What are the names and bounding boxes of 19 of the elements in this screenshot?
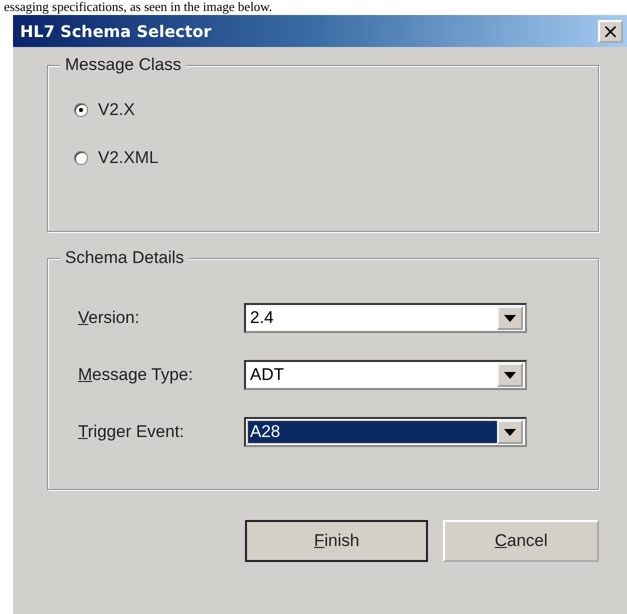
caret-down-icon (504, 314, 516, 322)
caret-down-icon (504, 372, 516, 378)
field-label: Version: (78, 308, 140, 328)
field-label: Message Type: (78, 365, 194, 385)
window-title: HL7 Schema Selector (20, 22, 212, 40)
caret-down-icon (504, 428, 516, 436)
radio-label[interactable]: V2.X (98, 100, 135, 120)
group-title: Message Class (60, 55, 186, 75)
caption-text: essaging specifications, as seen in the image below. (3, 0, 274, 14)
dialog-button[interactable]: Cancel (443, 520, 599, 562)
radio-button[interactable] (74, 151, 88, 165)
dropdown-field[interactable]: ADT (244, 360, 527, 390)
dropdown-field[interactable]: 2.4 (244, 303, 527, 333)
dropdown-field[interactable]: A28 (244, 417, 527, 447)
dialog-button[interactable]: Finish (245, 520, 428, 562)
close-button[interactable]: × (598, 20, 623, 42)
radio-button[interactable] (74, 103, 88, 117)
field-label: Trigger Event: (78, 422, 186, 442)
radio-label[interactable]: V2.XML (98, 148, 158, 168)
